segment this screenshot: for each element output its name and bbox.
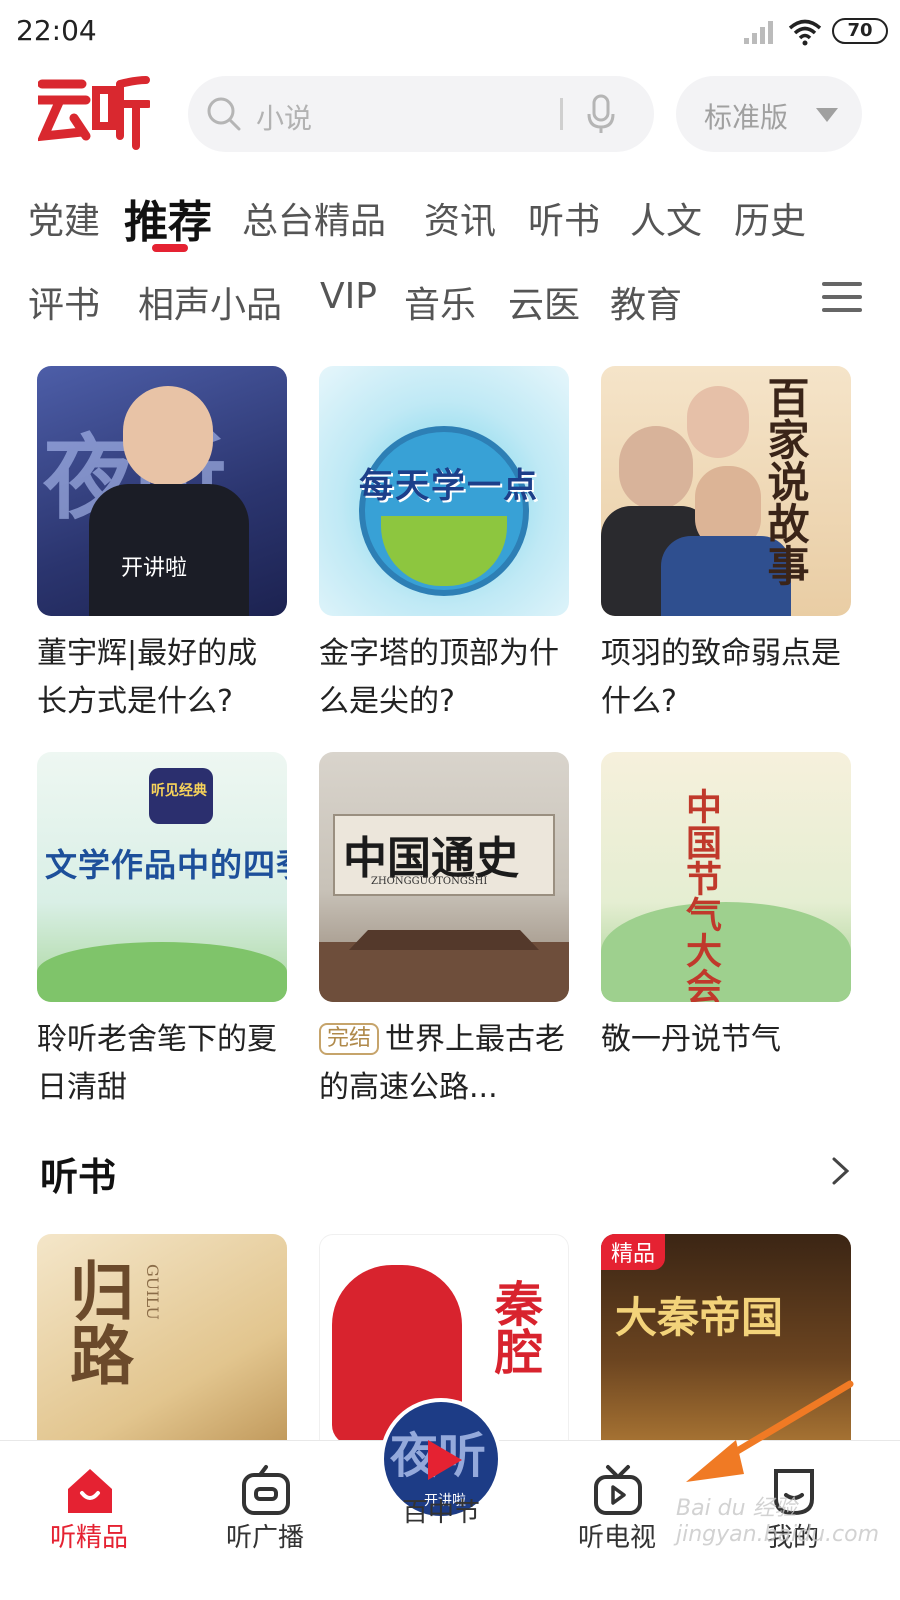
content-card[interactable]: 听见经典 文学作品中的四季 聆听老舍笔下的夏日清甜 xyxy=(37,752,287,1112)
cover-badge-text: 听见经典 xyxy=(151,783,207,799)
completed-badge: 完结 xyxy=(319,1023,380,1055)
cover-palace xyxy=(319,942,569,1002)
content-card[interactable]: 百家说故事 项羽的致命弱点是什么? xyxy=(601,366,851,726)
caret-down-icon xyxy=(816,108,838,122)
tab-history[interactable]: 历史 xyxy=(734,192,806,244)
wifi-icon xyxy=(788,19,822,46)
play-icon xyxy=(428,1440,462,1480)
host-portrait xyxy=(687,386,749,458)
cover-title: 归路 xyxy=(59,1258,134,1386)
now-playing-label: 百中节 xyxy=(401,1498,480,1528)
nav-label: 听广播 xyxy=(225,1523,304,1553)
watermark: Bai du 经验 jingyan.baidu.com xyxy=(676,1496,880,1547)
tab-medical[interactable]: 云医 xyxy=(508,276,580,328)
cover-subtitle: ZHONGGUOTONGSHI xyxy=(371,876,488,887)
cover-title: 每天学一点 xyxy=(359,466,539,506)
nav-radio[interactable]: 听广播 xyxy=(200,1441,330,1600)
tab-news[interactable]: 资讯 xyxy=(424,192,496,244)
cover-title: 秦腔 xyxy=(486,1279,542,1375)
card-title: 敬一丹说节气 xyxy=(601,1022,781,1057)
cover-hills xyxy=(37,942,287,1002)
card-title: 董宇辉|最好的成长方式是什么? xyxy=(37,636,258,719)
edition-label: 标准版 xyxy=(704,101,789,134)
card-title: 项羽的致命弱点是什么? xyxy=(601,636,841,719)
cover-subtitle: GUILU xyxy=(143,1264,162,1320)
cover-title: 文学作品中的四季 xyxy=(45,846,287,884)
content-card[interactable]: 夜听 开讲啦 董宇辉|最好的成长方式是什么? xyxy=(37,366,287,726)
cover-hills xyxy=(601,902,851,1002)
tv-icon xyxy=(594,1465,642,1515)
microphone-icon[interactable] xyxy=(586,94,616,134)
tab-audiobook[interactable]: 听书 xyxy=(528,192,600,244)
category-tabs-primary: 党建 推荐 总台精品 资讯 听书 人文 历史 xyxy=(0,186,900,248)
tab-dangjian[interactable]: 党建 xyxy=(28,192,100,244)
host-portrait xyxy=(619,426,693,510)
tab-music[interactable]: 音乐 xyxy=(404,276,476,328)
tab-pingshu[interactable]: 评书 xyxy=(28,276,100,328)
status-bar: 22:04 70 xyxy=(0,0,900,60)
annotation-arrow xyxy=(686,1380,854,1482)
nav-premium[interactable]: 听精品 xyxy=(24,1441,154,1600)
section-title: 听书 xyxy=(40,1155,117,1199)
menu-icon[interactable] xyxy=(822,282,862,312)
signal-icon xyxy=(744,21,773,44)
search-bar[interactable]: 小说 xyxy=(188,76,654,152)
tab-crosstalk[interactable]: 相声小品 xyxy=(138,276,282,328)
card-cover: 中国通史 ZHONGGUOTONGSHI xyxy=(319,752,569,1002)
home-icon xyxy=(68,1469,112,1513)
search-divider xyxy=(560,98,563,130)
premium-badge: 精品 xyxy=(601,1234,666,1270)
tab-recommend[interactable]: 推荐 xyxy=(124,186,212,250)
search-placeholder: 小说 xyxy=(256,102,313,135)
tab-vip[interactable]: VIP xyxy=(320,276,377,317)
card-title: 聆听老舍笔下的夏日清甜 xyxy=(37,1022,277,1105)
app-logo xyxy=(38,76,150,150)
tab-zongtai[interactable]: 总台精品 xyxy=(242,192,386,244)
cover-roof xyxy=(349,930,539,950)
card-cover: 听见经典 文学作品中的四季 xyxy=(37,752,287,1002)
chevron-right-icon[interactable] xyxy=(830,1156,852,1186)
nav-label: 听电视 xyxy=(577,1523,656,1553)
cover-title: 百家说故事 xyxy=(761,376,810,586)
status-time: 22:04 xyxy=(16,14,97,47)
tab-education[interactable]: 教育 xyxy=(610,276,682,328)
card-cover: 夜听 开讲啦 xyxy=(37,366,287,616)
radio-icon xyxy=(242,1465,290,1515)
search-icon xyxy=(207,97,241,131)
card-title: 完结 世界上最古老的高速公路... xyxy=(319,1016,569,1112)
cover-title: 大秦帝国 xyxy=(615,1293,784,1342)
content-card[interactable]: 每天学一点 金字塔的顶部为什么是尖的? xyxy=(319,366,569,726)
cover-title: 中国节气大会 xyxy=(680,788,722,1002)
content-card[interactable]: 中国通史 ZHONGGUOTONGSHI 完结 世界上最古老的高速公路... xyxy=(319,752,569,1112)
app-screen: 22:04 70 小说 标准版 党建 推荐 总台精品 资讯 听书 人文 历史 评… xyxy=(0,0,900,1600)
card-title: 金字塔的顶部为什么是尖的? xyxy=(319,636,559,719)
category-tabs-secondary: 评书 相声小品 VIP 音乐 云医 教育 xyxy=(0,276,900,326)
active-tab-indicator xyxy=(152,244,188,252)
card-cover: 每天学一点 xyxy=(319,366,569,616)
content-card[interactable]: 中国节气大会 敬一丹说节气 xyxy=(601,752,851,1112)
battery-indicator: 70 xyxy=(832,18,888,44)
edition-switch[interactable]: 标准版 xyxy=(676,76,862,152)
card-cover: 百家说故事 xyxy=(601,366,851,616)
host-portrait xyxy=(123,386,213,486)
nav-label: 听精品 xyxy=(49,1523,128,1553)
nav-tv[interactable]: 听电视 xyxy=(552,1441,682,1600)
tab-humanities[interactable]: 人文 xyxy=(630,192,702,244)
cover-subtitle: 开讲啦 xyxy=(121,556,188,581)
card-cover: 中国节气大会 xyxy=(601,752,851,1002)
